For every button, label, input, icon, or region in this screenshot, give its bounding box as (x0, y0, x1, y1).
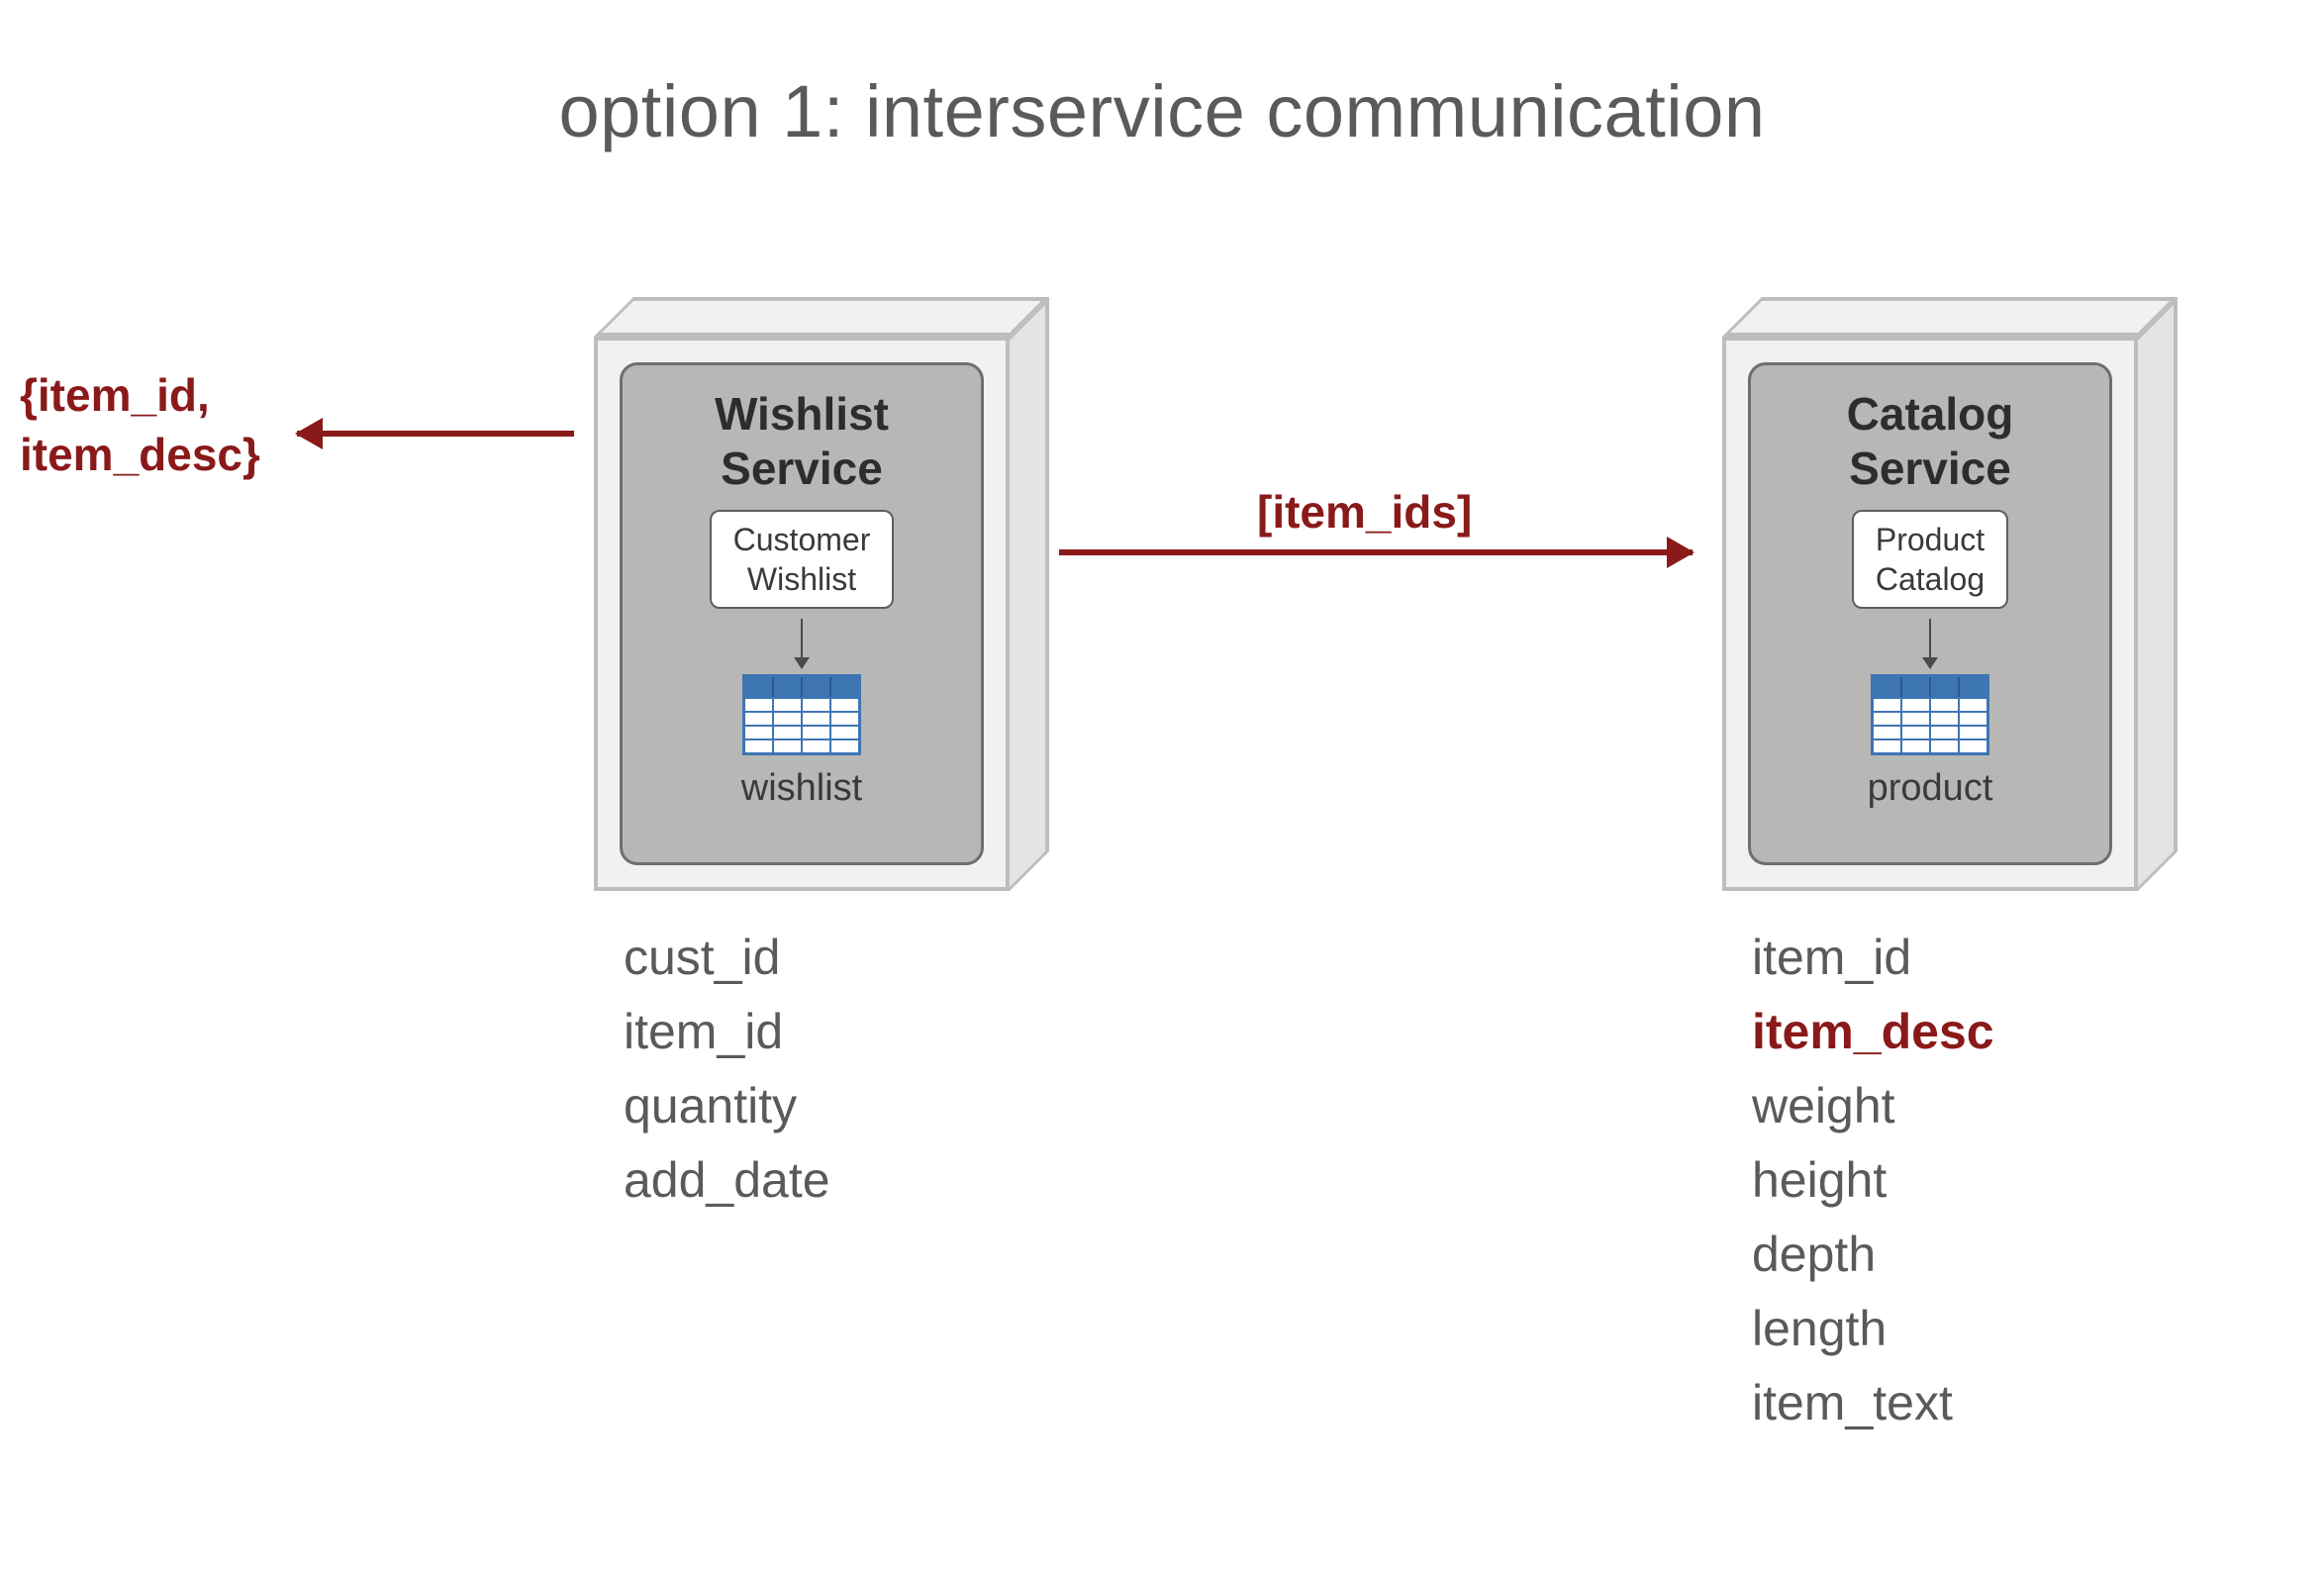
wishlist-component-line1: Customer (733, 522, 871, 557)
box-side-face (2138, 297, 2178, 891)
catalog-component-line2: Catalog (1876, 561, 1985, 597)
table-icon (742, 674, 861, 755)
catalog-service-title: Catalog Service (1847, 387, 2014, 496)
box-side-face (1010, 297, 1049, 891)
field-item: cust_id (624, 921, 830, 995)
wishlist-service-inner: Wishlist Service Customer Wishlist wishl… (620, 362, 984, 865)
field-item: item_id (1752, 921, 1994, 995)
arrow-down-icon (801, 619, 803, 668)
response-payload-label: {item_id, item_desc} (20, 366, 260, 485)
catalog-table-name: product (1868, 767, 1993, 810)
box-top-face (594, 297, 1049, 337)
response-label-line2: item_desc} (20, 429, 260, 480)
catalog-fields: item_id item_desc weight height depth le… (1752, 921, 1994, 1440)
catalog-service-box: Catalog Service Product Catalog product (1722, 297, 2138, 891)
field-item: quantity (624, 1069, 830, 1143)
arrow-response (297, 431, 574, 437)
catalog-title-line2: Service (1849, 443, 2011, 494)
field-item: weight (1752, 1069, 1994, 1143)
wishlist-title-line1: Wishlist (715, 388, 889, 440)
field-item: item_text (1752, 1366, 1994, 1440)
field-item: length (1752, 1292, 1994, 1366)
box-front-face: Catalog Service Product Catalog product (1722, 337, 2138, 891)
arrow-down-icon (1929, 619, 1931, 668)
catalog-component-line1: Product (1876, 522, 1985, 557)
wishlist-component-line2: Wishlist (747, 561, 856, 597)
wishlist-fields: cust_id item_id quantity add_date (624, 921, 830, 1218)
wishlist-table-name: wishlist (741, 767, 862, 810)
catalog-service-inner: Catalog Service Product Catalog product (1748, 362, 2112, 865)
diagram-title: option 1: interservice communication (0, 69, 2324, 153)
arrow-request (1059, 549, 1693, 555)
field-item-highlight: item_desc (1752, 995, 1994, 1069)
wishlist-service-title: Wishlist Service (715, 387, 889, 496)
field-item: item_id (624, 995, 830, 1069)
catalog-title-line1: Catalog (1847, 388, 2014, 440)
request-payload-label: [item_ids] (1257, 485, 1472, 539)
wishlist-service-box: Wishlist Service Customer Wishlist wishl… (594, 297, 1010, 891)
field-item: depth (1752, 1218, 1994, 1292)
box-front-face: Wishlist Service Customer Wishlist wishl… (594, 337, 1010, 891)
box-top-face (1722, 297, 2178, 337)
wishlist-component: Customer Wishlist (710, 510, 895, 609)
table-icon (1871, 674, 1989, 755)
wishlist-title-line2: Service (721, 443, 883, 494)
field-item: height (1752, 1143, 1994, 1218)
response-label-line1: {item_id, (20, 369, 210, 421)
field-item: add_date (624, 1143, 830, 1218)
catalog-component: Product Catalog (1852, 510, 2008, 609)
